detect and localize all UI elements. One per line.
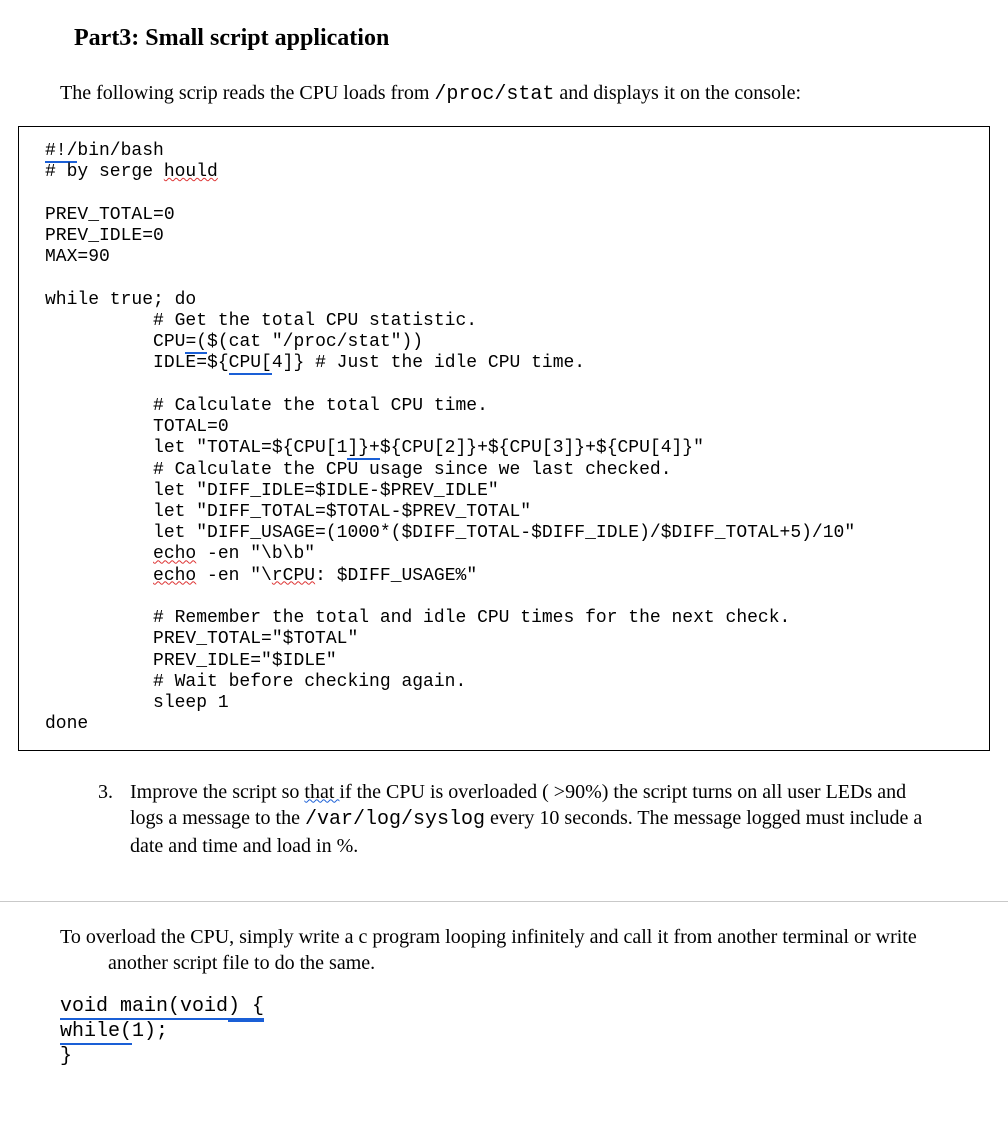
question-item-3: Improve the script so that if the CPU is… bbox=[130, 779, 934, 859]
snippet-line: } bbox=[60, 1044, 1008, 1069]
code-line: # Calculate the total CPU time. bbox=[45, 396, 488, 416]
spellcheck-span: echo bbox=[153, 566, 196, 586]
code-line: 4]} # Just the idle CPU time. bbox=[272, 353, 585, 373]
code-line: bin/bash bbox=[77, 141, 163, 161]
code-line bbox=[45, 566, 153, 586]
c-code-snippet: void main(void) { while(1); } bbox=[60, 994, 1008, 1069]
code-line: ${CPU[2]}+${CPU[3]}+${CPU[4]}" bbox=[380, 438, 704, 458]
code-line: done bbox=[45, 714, 88, 734]
code-line: # Wait before checking again. bbox=[45, 672, 466, 692]
code-line: CPU bbox=[45, 332, 185, 352]
code-line: TOTAL=0 bbox=[45, 417, 229, 437]
code-line: $(cat "/proc/stat")) bbox=[207, 332, 423, 352]
code-line: -en "\b\b" bbox=[196, 544, 315, 564]
code-line: : $DIFF_USAGE%" bbox=[315, 566, 477, 586]
spellcheck-span: echo bbox=[153, 544, 196, 564]
intro-paragraph: The following scrip reads the CPU loads … bbox=[60, 82, 1008, 106]
q3-text-a: Improve the script so bbox=[130, 781, 304, 803]
intro-text-pre: The following scrip reads the CPU loads … bbox=[60, 82, 434, 104]
code-line: let "DIFF_TOTAL=$TOTAL-$PREV_TOTAL" bbox=[45, 502, 531, 522]
edit-span: =( bbox=[185, 332, 207, 354]
snippet-line: void main(void) { bbox=[60, 994, 1008, 1019]
code-line: PREV_TOTAL="$TOTAL" bbox=[45, 629, 358, 649]
code-line: -en "\ bbox=[196, 566, 272, 586]
spellcheck-span: rCPU bbox=[272, 566, 315, 586]
intro-text-post: and displays it on the console: bbox=[554, 82, 801, 104]
overload-note: To overload the CPU, simply write a c pr… bbox=[60, 924, 948, 976]
code-line: let "DIFF_USAGE=(1000*($DIFF_TOTAL-$DIFF… bbox=[45, 523, 855, 543]
edit-span: ) { bbox=[228, 995, 264, 1018]
grammar-span: that bbox=[304, 781, 339, 803]
intro-code: /proc/stat bbox=[434, 83, 554, 106]
code-line: PREV_IDLE="$IDLE" bbox=[45, 651, 337, 671]
edit-span: CPU[ bbox=[229, 353, 272, 375]
code-line: let "TOTAL=${CPU[1 bbox=[45, 438, 347, 458]
code-line: let "DIFF_IDLE=$IDLE-$PREV_IDLE" bbox=[45, 481, 499, 501]
separator bbox=[0, 901, 1008, 902]
code-line: #!/ bbox=[45, 141, 77, 163]
edit-span: ]}+ bbox=[347, 438, 379, 460]
section-heading: Part3: Small script application bbox=[74, 25, 1008, 52]
code-line: PREV_IDLE=0 bbox=[45, 226, 164, 246]
code-line: # Calculate the CPU usage since we last … bbox=[45, 460, 672, 480]
edit-span: while( bbox=[60, 1020, 132, 1045]
code-line: MAX=90 bbox=[45, 247, 110, 267]
code-line: # Get the total CPU statistic. bbox=[45, 311, 477, 331]
page: Part3: Small script application The foll… bbox=[0, 0, 1008, 1109]
edit-span: void main(void bbox=[60, 995, 228, 1020]
code-line: # by serge bbox=[45, 162, 164, 182]
question-list: Improve the script so that if the CPU is… bbox=[130, 779, 934, 859]
code-line bbox=[45, 544, 153, 564]
snippet-text: 1); bbox=[132, 1020, 168, 1043]
code-line: PREV_TOTAL=0 bbox=[45, 205, 175, 225]
code-line: sleep 1 bbox=[45, 693, 229, 713]
code-line: IDLE=${ bbox=[45, 353, 229, 373]
spellcheck-span: hould bbox=[164, 162, 218, 182]
q3-code: /var/log/syslog bbox=[305, 808, 485, 831]
code-line: while true; do bbox=[45, 290, 196, 310]
code-line: # Remember the total and idle CPU times … bbox=[45, 608, 790, 628]
snippet-line: while(1); bbox=[60, 1019, 1008, 1044]
bash-code-block: #!/bin/bash # by serge hould PREV_TOTAL=… bbox=[18, 126, 990, 751]
